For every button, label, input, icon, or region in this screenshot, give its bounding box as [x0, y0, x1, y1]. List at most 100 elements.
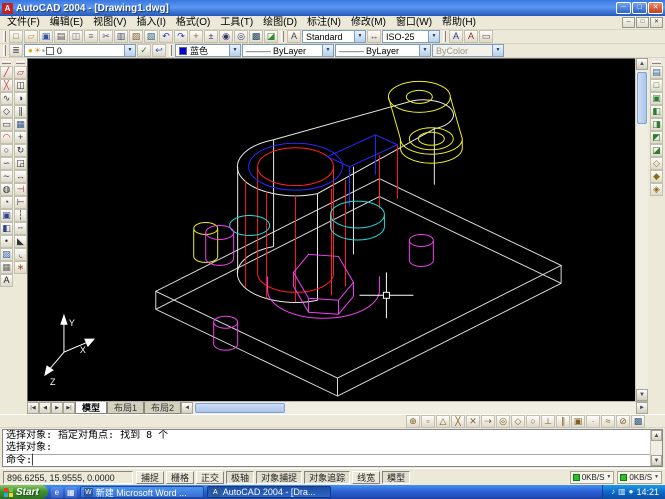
net-download-indicator[interactable]: 0KB/S ▼ — [569, 470, 615, 484]
menu-format[interactable]: 格式(O) — [171, 16, 215, 30]
child-minimize-button[interactable]: ─ — [622, 17, 635, 28]
snap-intersection-icon[interactable]: ╳ — [451, 414, 465, 428]
tab-layout2[interactable]: 布局2 — [144, 402, 182, 414]
zoom-realtime-icon[interactable]: ± — [204, 30, 218, 43]
drawing-area[interactable]: Y X Z — [27, 58, 635, 401]
break-icon[interactable]: ╌ — [14, 222, 27, 235]
array-icon[interactable]: ▦ — [14, 118, 27, 131]
mtext-icon[interactable]: A — [0, 274, 13, 287]
dropdown-arrow-icon[interactable]: ▼ — [229, 45, 240, 56]
paste-icon[interactable]: ▨ — [129, 30, 143, 43]
layout-viewport-icon[interactable]: ▭ — [479, 30, 493, 43]
snap-from-icon[interactable]: ⊕ — [406, 414, 420, 428]
lineweight-toggle[interactable]: 线宽 — [352, 470, 381, 484]
tab-last-button[interactable]: ▶| — [63, 402, 75, 414]
toolbar-grip[interactable] — [3, 45, 6, 56]
dropdown-arrow-icon[interactable]: ▼ — [428, 31, 439, 42]
menu-edit[interactable]: 编辑(E) — [45, 16, 88, 30]
named-views-icon[interactable]: ▤ — [650, 66, 663, 79]
dropdown-arrow-icon[interactable]: ▼ — [419, 45, 430, 56]
polygon-icon[interactable]: ◇ — [0, 105, 13, 118]
right-view-icon[interactable]: ◨ — [650, 118, 663, 131]
trim-icon[interactable]: ⊣ — [14, 183, 27, 196]
layers-manager-icon[interactable]: ≣ — [9, 44, 23, 57]
snap-quadrant-icon[interactable]: ◇ — [511, 414, 525, 428]
scroll-up-button[interactable]: ▲ — [651, 430, 662, 441]
arc-icon[interactable]: ◠ — [0, 131, 13, 144]
rotate-icon[interactable]: ↻ — [14, 144, 27, 157]
menu-draw[interactable]: 绘图(D) — [258, 16, 302, 30]
horizontal-scroll-track[interactable] — [193, 402, 636, 414]
se-isometric-icon[interactable]: ◆ — [650, 170, 663, 183]
snap-center-icon[interactable]: ◎ — [496, 414, 510, 428]
volume-tray-icon[interactable]: ♪ — [611, 486, 615, 498]
break-at-point-icon[interactable]: ┆ — [14, 209, 27, 222]
command-history[interactable]: 选择对象: 指定对角点: 找到 8 个 选择对象: 命令:▏ — [3, 430, 650, 466]
line-icon[interactable]: ╱ — [0, 66, 13, 79]
ellipse-arc-icon[interactable]: ◔ — [0, 196, 13, 209]
layer-previous-icon[interactable]: ↩ — [152, 44, 166, 57]
text-style-icon[interactable]: A — [287, 30, 301, 43]
text-style-manager-icon[interactable]: A — [449, 30, 463, 43]
task-word-document[interactable]: W 新建 Microsoft Word ... — [79, 486, 204, 498]
layer-combo[interactable]: ● ☀ ▪ 0 ▼ — [24, 44, 136, 57]
command-scrollbar[interactable]: ▲ ▼ — [650, 430, 662, 466]
match-properties-icon[interactable]: ▧ — [144, 30, 158, 43]
open-icon[interactable]: ▱ — [24, 30, 38, 43]
otrack-toggle[interactable]: 对象追踪 — [304, 470, 351, 484]
snap-node-icon[interactable]: ∙ — [586, 414, 600, 428]
bottom-view-icon[interactable]: ▣ — [650, 92, 663, 105]
dim-style-manager-icon[interactable]: A — [464, 30, 478, 43]
dropdown-arrow-icon[interactable]: ▼ — [354, 31, 365, 42]
horizontal-scroll-thumb[interactable] — [195, 403, 286, 413]
front-view-icon[interactable]: ◩ — [650, 131, 663, 144]
extend-icon[interactable]: ⊢ — [14, 196, 27, 209]
pan-icon[interactable]: + — [189, 30, 203, 43]
region-icon[interactable]: ▦ — [0, 261, 13, 274]
command-scroll-track[interactable] — [651, 441, 662, 455]
ne-isometric-icon[interactable]: ◈ — [650, 183, 663, 196]
snap-apparent-intersection-icon[interactable]: ✕ — [466, 414, 480, 428]
linetype-combo[interactable]: ——— ByLayer ▼ — [242, 44, 334, 57]
snap-parallel-icon[interactable]: ∥ — [556, 414, 570, 428]
start-button[interactable]: Start — [0, 485, 48, 499]
erase-icon[interactable]: ▱ — [14, 66, 27, 79]
net-upload-indicator[interactable]: 0KB/S ▼ — [617, 470, 662, 484]
copy-object-icon[interactable]: ◫ — [14, 79, 27, 92]
fillet-icon[interactable]: ◟ — [14, 248, 27, 261]
make-object-layer-current-icon[interactable]: ✓ — [137, 44, 151, 57]
hatch-icon[interactable]: ▨ — [0, 248, 13, 261]
toolbar-grip[interactable] — [281, 31, 284, 42]
polyline-icon[interactable]: ∿ — [0, 92, 13, 105]
copy-icon[interactable]: ▥ — [114, 30, 128, 43]
cut-icon[interactable]: ✂ — [99, 30, 113, 43]
color-combo[interactable]: 蓝色 ▼ — [175, 44, 241, 57]
mirror-icon[interactable]: ◑ — [14, 92, 27, 105]
toolbar-grip[interactable] — [443, 31, 446, 42]
antivirus-tray-icon[interactable]: ● — [629, 486, 634, 498]
snap-nearest-icon[interactable]: ≈ — [601, 414, 615, 428]
lineweight-combo[interactable]: ——— ByLayer ▼ — [335, 44, 431, 57]
toolbar-grip[interactable] — [169, 45, 172, 56]
dim-style-combo[interactable]: ISO-25 ▼ — [382, 30, 440, 43]
properties-icon[interactable]: ▩ — [249, 30, 263, 43]
menu-help[interactable]: 帮助(H) — [437, 16, 481, 30]
osnap-settings-icon[interactable]: ▩ — [631, 414, 645, 428]
scroll-left-button[interactable]: ◄ — [181, 402, 194, 414]
child-restore-button[interactable]: □ — [636, 17, 649, 28]
snap-extension-icon[interactable]: ⇢ — [481, 414, 495, 428]
task-autocad[interactable]: A AutoCAD 2004 - [Dra... — [206, 486, 331, 498]
menu-insert[interactable]: 插入(I) — [131, 16, 170, 30]
scroll-up-button[interactable]: ▲ — [636, 58, 648, 70]
ellipse-icon[interactable]: ◍ — [0, 183, 13, 196]
polar-toggle[interactable]: 极轴 — [226, 470, 255, 484]
dim-style-icon[interactable]: ↔ — [367, 30, 381, 43]
zoom-previous-icon[interactable]: ◎ — [234, 30, 248, 43]
minimize-button[interactable]: ─ — [616, 2, 631, 14]
stretch-icon[interactable]: ↔ — [14, 170, 27, 183]
vertical-scrollbar[interactable]: ▲ ▼ — [635, 58, 648, 401]
maximize-button[interactable]: □ — [632, 2, 647, 14]
scroll-down-button[interactable]: ▼ — [636, 389, 648, 401]
network-tray-icon[interactable]: ▥ — [618, 486, 626, 498]
scroll-down-button[interactable]: ▼ — [651, 455, 662, 466]
